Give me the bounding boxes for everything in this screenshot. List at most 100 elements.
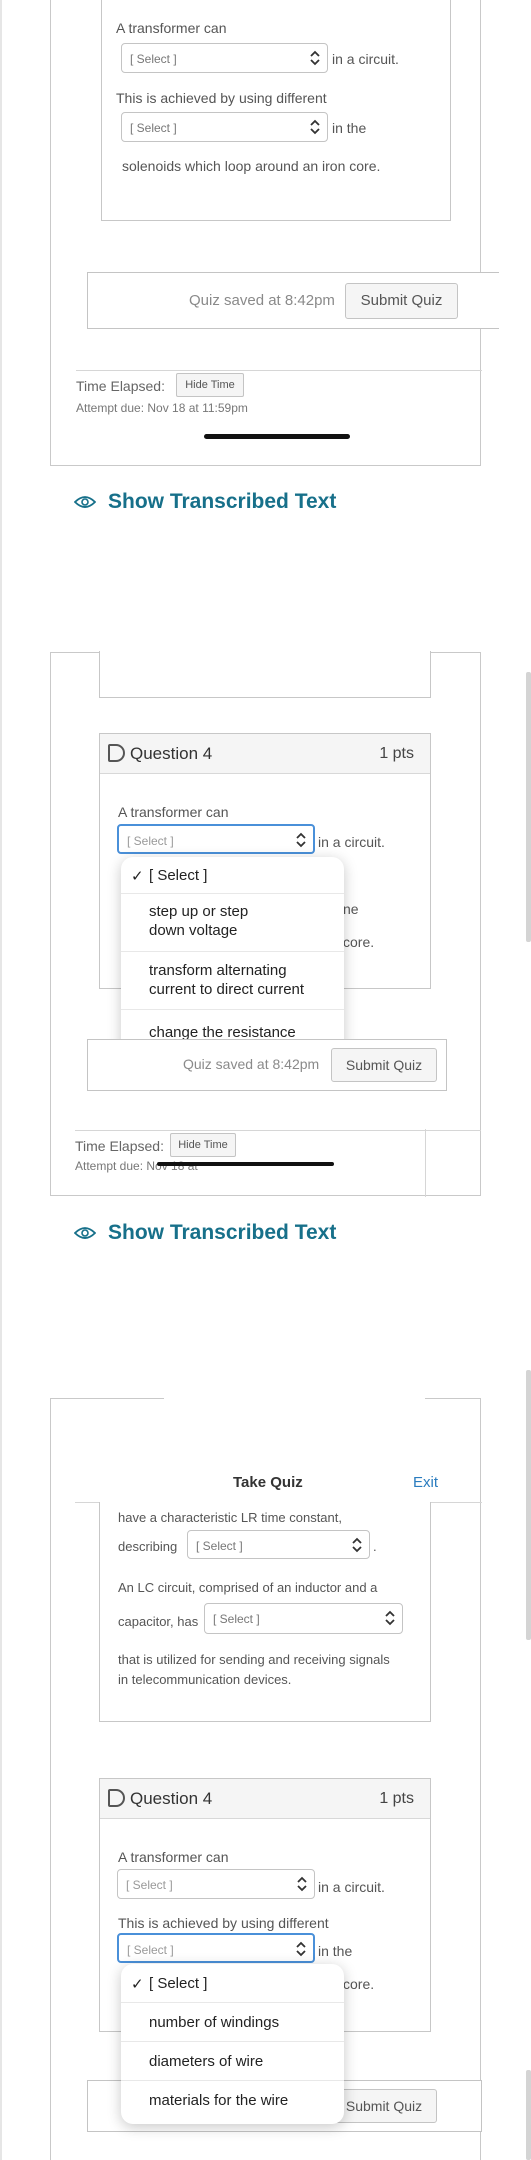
question-points: 1 pts: [379, 1790, 414, 1807]
question-text-inline: in the: [332, 120, 367, 136]
question-text-partial: ne: [343, 901, 359, 917]
answer-select[interactable]: [ Select ]: [117, 1933, 315, 1963]
chevron-updown-icon: [296, 832, 306, 848]
question-text-inline: in the: [318, 1943, 353, 1959]
answer-select[interactable]: [ Select ]: [117, 1869, 315, 1899]
question-body: A transformer can [ Select ] in a circui…: [101, 0, 451, 221]
question-text-inline: .: [373, 1539, 377, 1554]
divider: [75, 1130, 481, 1131]
dropdown-option[interactable]: diameters of wire: [121, 2041, 344, 2080]
scroll-indicator: [526, 1370, 531, 1640]
dropdown-option-label: diameters of wire: [149, 2053, 264, 2070]
dropdown-option-select[interactable]: ✓ [ Select ]: [121, 857, 344, 893]
show-transcribed-text-link[interactable]: Show Transcribed Text: [108, 490, 336, 514]
select-value: [ Select ]: [127, 834, 174, 848]
quiz-footer: Quiz saved at 8:42pm Submit Quiz: [87, 1039, 447, 1091]
flag-icon[interactable]: [108, 744, 125, 762]
question-text-inline: in a circuit.: [318, 834, 385, 850]
chevron-updown-icon: [385, 1610, 395, 1626]
question-text-line: This is achieved by using different: [118, 1915, 329, 1931]
select-value: [ Select ]: [130, 52, 177, 66]
question-text-line: have a characteristic LR time constant,: [118, 1510, 342, 1525]
scroll-indicator: [526, 2070, 531, 2160]
answer-select[interactable]: [ Select ]: [117, 824, 315, 854]
question-text-line: capacitor, has: [118, 1614, 199, 1629]
dropdown-option-label: [ Select ]: [149, 867, 208, 884]
chevron-updown-icon: [310, 50, 320, 66]
screenshot-2: Question 4 1 pts A transformer can [ Sel…: [50, 651, 481, 1197]
answer-select[interactable]: [ Select ]: [204, 1603, 403, 1634]
dropdown-option-label: transform alternating current to direct …: [149, 962, 305, 998]
question-title: Question 4: [130, 1789, 213, 1808]
flag-icon[interactable]: [108, 1789, 125, 1807]
question-text-line: that is utilized for sending and receivi…: [118, 1652, 390, 1667]
screen-edge: [425, 1398, 480, 1399]
eye-icon: [74, 496, 96, 508]
divider: [76, 370, 482, 371]
previous-question-body: have a characteristic LR time constant, …: [99, 1502, 431, 1722]
select-dropdown-menu: ✓ [ Select ] number of windings diameter…: [121, 1964, 344, 2124]
home-indicator: [157, 1162, 334, 1166]
hide-time-button[interactable]: Hide Time: [170, 1133, 236, 1157]
select-value: [ Select ]: [130, 121, 177, 135]
screen-edge: [51, 1398, 164, 1399]
select-value: [ Select ]: [127, 1943, 174, 1957]
select-value: [ Select ]: [213, 1612, 260, 1626]
dropdown-option[interactable]: transform alternating current to direct …: [121, 951, 344, 1009]
dropdown-option[interactable]: number of windings: [121, 2002, 344, 2041]
dropdown-option-label: step up or step down voltage: [149, 903, 249, 939]
question-text-line: in telecommunication devices.: [118, 1672, 292, 1687]
question-text-line: A transformer can: [118, 804, 229, 820]
quiz-saved-status: Quiz saved at 8:42pm: [183, 1056, 320, 1072]
eye-icon: [74, 1227, 96, 1239]
scroll-indicator: [526, 672, 531, 942]
question-text-line: A transformer can: [118, 1849, 229, 1865]
answer-select[interactable]: [ Select ]: [121, 112, 328, 142]
question-text-line: solenoids which loop around an iron core…: [122, 158, 381, 174]
chevron-updown-icon: [352, 1537, 362, 1553]
show-transcribed-text-link[interactable]: Show Transcribed Text: [108, 1221, 336, 1245]
home-indicator: [204, 434, 350, 439]
answer-select[interactable]: [ Select ]: [187, 1530, 370, 1559]
dropdown-option-label: [ Select ]: [149, 1975, 208, 1992]
chevron-updown-icon: [297, 1876, 307, 1892]
attempt-due: Attempt due: Nov 18 at 11:59pm: [76, 401, 248, 415]
submit-quiz-button[interactable]: Submit Quiz: [345, 283, 458, 319]
dropdown-option[interactable]: materials for the wire: [121, 2080, 344, 2124]
previous-question-body: [99, 651, 431, 698]
dropdown-option-label: number of windings: [149, 2014, 280, 2031]
screenshot-1: A transformer can [ Select ] in a circui…: [50, 0, 499, 466]
hide-time-button[interactable]: Hide Time: [176, 373, 244, 397]
question-title: Question 4: [130, 744, 213, 763]
dropdown-option[interactable]: step up or step down voltage: [121, 893, 344, 951]
question-text-inline: in a circuit.: [318, 1879, 385, 1895]
question-text-line: This is achieved by using different: [116, 90, 327, 106]
screenshot-3: Take Quiz Exit have a characteristic LR …: [50, 1398, 482, 2160]
divider: [425, 1129, 426, 1197]
submit-quiz-button[interactable]: Submit Quiz: [331, 1048, 437, 1082]
question-text-line: An LC circuit, comprised of an inductor …: [118, 1580, 378, 1595]
quiz-footer: Quiz saved at 8:42pm Submit Quiz: [87, 272, 499, 329]
select-value: [ Select ]: [126, 1878, 173, 1892]
answer-select[interactable]: [ Select ]: [121, 43, 328, 73]
exit-button[interactable]: Exit: [413, 1474, 438, 1491]
question-text-line: describing: [118, 1539, 178, 1554]
submit-quiz-button[interactable]: Submit Quiz: [331, 2089, 437, 2123]
question-header: Question 4 1 pts: [100, 734, 430, 774]
question-points: 1 pts: [379, 745, 414, 762]
check-icon: ✓: [131, 1976, 144, 1993]
dropdown-option-select[interactable]: ✓ [ Select ]: [121, 1964, 344, 2002]
chevron-updown-icon: [296, 1941, 306, 1957]
select-value: [ Select ]: [196, 1539, 243, 1553]
time-elapsed-label: Time Elapsed:: [75, 1138, 164, 1154]
question-text-inline: in a circuit.: [332, 51, 399, 67]
question-header: Question 4 1 pts: [100, 1779, 430, 1819]
question-text-partial: core.: [343, 1976, 375, 1992]
nav-title: Take Quiz: [233, 1474, 303, 1491]
question-text-partial: core.: [343, 934, 375, 950]
check-icon: ✓: [131, 868, 144, 885]
time-elapsed-label: Time Elapsed:: [76, 378, 165, 394]
chevron-updown-icon: [310, 119, 320, 135]
question-text-line: A transformer can: [116, 20, 227, 36]
select-dropdown-menu: ✓ [ Select ] step up or step down voltag…: [121, 857, 344, 1056]
